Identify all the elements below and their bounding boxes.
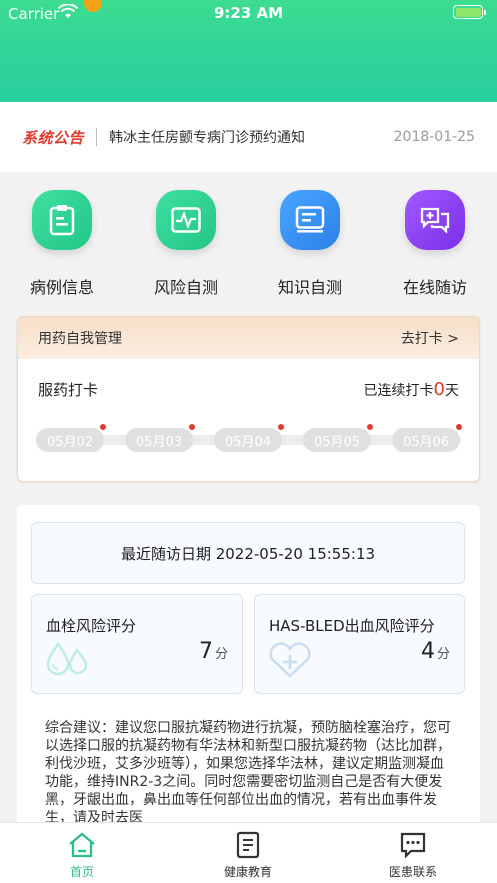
score-number: 7 — [198, 639, 213, 664]
quick-label: 病例信息 — [29, 278, 94, 297]
missed-dot — [456, 424, 462, 430]
system-notice[interactable]: 系统公告 韩冰主任房颤专病门诊预约通知 2018-01-25 — [0, 102, 497, 172]
streak-prefix: 已连续打卡 — [363, 383, 434, 399]
score-title: HAS-BLED出血风险评分 — [269, 617, 435, 635]
day-label: 05月03 — [135, 434, 183, 450]
battery-icon — [453, 5, 486, 19]
quick-item-risk-test[interactable]: 风险自测 — [136, 190, 236, 298]
status-time: 9:23 AM — [213, 4, 284, 22]
bleeding-score-box[interactable]: HAS-BLED出血风险评分 4分 — [254, 594, 465, 694]
score-unit: 分 — [214, 647, 228, 662]
quick-label: 在线随访 — [402, 278, 467, 297]
day-label: 05月04 — [224, 434, 272, 450]
tab-doctor-patient-contact[interactable]: 医患联系 — [353, 831, 473, 880]
chat-plus-icon — [405, 190, 465, 250]
checkin-days: 05月02 05月03 05月04 05月05 05月06 — [36, 424, 462, 452]
quick-item-knowledge-test[interactable]: 知识自测 — [260, 190, 360, 298]
day-label: 05月02 — [46, 434, 94, 450]
score-number: 4 — [420, 639, 435, 664]
document-icon — [280, 190, 340, 250]
checkin-label: 服药打卡 — [38, 381, 99, 399]
followup-text: 最近随访日期 2022-05-20 15:55:13 — [120, 544, 376, 563]
followup-date-box: 最近随访日期 2022-05-20 15:55:13 — [31, 522, 465, 584]
clipboard-icon — [32, 190, 92, 250]
tab-home[interactable]: 首页 — [22, 831, 142, 880]
tab-label: 医患联系 — [388, 865, 437, 879]
missed-dot — [367, 424, 373, 430]
status-bar: Carrier 9:23 AM — [0, 0, 497, 28]
tab-bar: 首页 健康教育 医患联系 — [0, 822, 497, 883]
advice-text: 综合建议：建议您口服抗凝药物进行抗凝，预防脑栓塞治疗，您可以选择口服的抗凝药物有… — [45, 720, 451, 826]
quick-label: 风险自测 — [153, 278, 218, 297]
tab-label: 首页 — [69, 865, 94, 879]
assessment-card: 最近随访日期 2022-05-20 15:55:13 血栓风险评分 7分 HAS… — [17, 505, 480, 835]
water-drops-icon — [44, 641, 92, 681]
tab-label: 健康教育 — [223, 865, 272, 879]
day-label: 05月06 — [402, 434, 450, 450]
day-chip[interactable]: 05月05 — [303, 424, 373, 452]
score-value: 4分 — [421, 639, 450, 664]
notice-text[interactable]: 韩冰主任房颤专病门诊预约通知 — [109, 127, 394, 147]
quick-actions: 病例信息 风险自测 知识自测 在线随访 — [0, 190, 497, 300]
streak-text: 已连续打卡0天 — [364, 379, 459, 400]
home-icon — [22, 831, 142, 859]
missed-dot — [189, 424, 195, 430]
message-icon — [353, 831, 473, 859]
tab-health-education[interactable]: 健康教育 — [188, 831, 308, 880]
score-title: 血栓风险评分 — [46, 617, 137, 635]
streak-unit: 天 — [445, 383, 459, 399]
notice-tag: 系统公告 — [22, 128, 85, 147]
notebook-icon — [188, 831, 308, 859]
score-value: 7分 — [199, 639, 228, 664]
quick-label: 知识自测 — [277, 278, 342, 297]
medication-title: 用药自我管理 — [38, 331, 122, 347]
quick-item-case-info[interactable]: 病例信息 — [12, 190, 112, 298]
day-chip[interactable]: 05月02 — [36, 424, 106, 452]
missed-dot — [100, 424, 106, 430]
thrombosis-score-box[interactable]: 血栓风险评分 7分 — [31, 594, 243, 694]
day-chip[interactable]: 05月06 — [392, 424, 462, 452]
heartbeat-icon — [156, 190, 216, 250]
notice-divider — [96, 128, 98, 146]
notice-date: 2018-01-25 — [393, 129, 475, 145]
score-unit: 分 — [436, 647, 450, 662]
medication-card: 用药自我管理 去打卡 > 服药打卡 已连续打卡0天 05月02 05月03 05… — [17, 316, 480, 482]
day-chip[interactable]: 05月03 — [125, 424, 195, 452]
medication-card-header: 用药自我管理 去打卡 > — [18, 317, 479, 359]
go-checkin-link[interactable]: 去打卡 > — [401, 328, 459, 348]
heart-plus-icon — [267, 641, 313, 683]
header-banner: Carrier 9:23 AM — [0, 0, 497, 102]
day-chip[interactable]: 05月04 — [214, 424, 284, 452]
streak-count: 0 — [433, 379, 445, 400]
missed-dot — [278, 424, 284, 430]
day-label: 05月05 — [313, 434, 361, 450]
quick-item-online-followup[interactable]: 在线随访 — [385, 190, 485, 298]
